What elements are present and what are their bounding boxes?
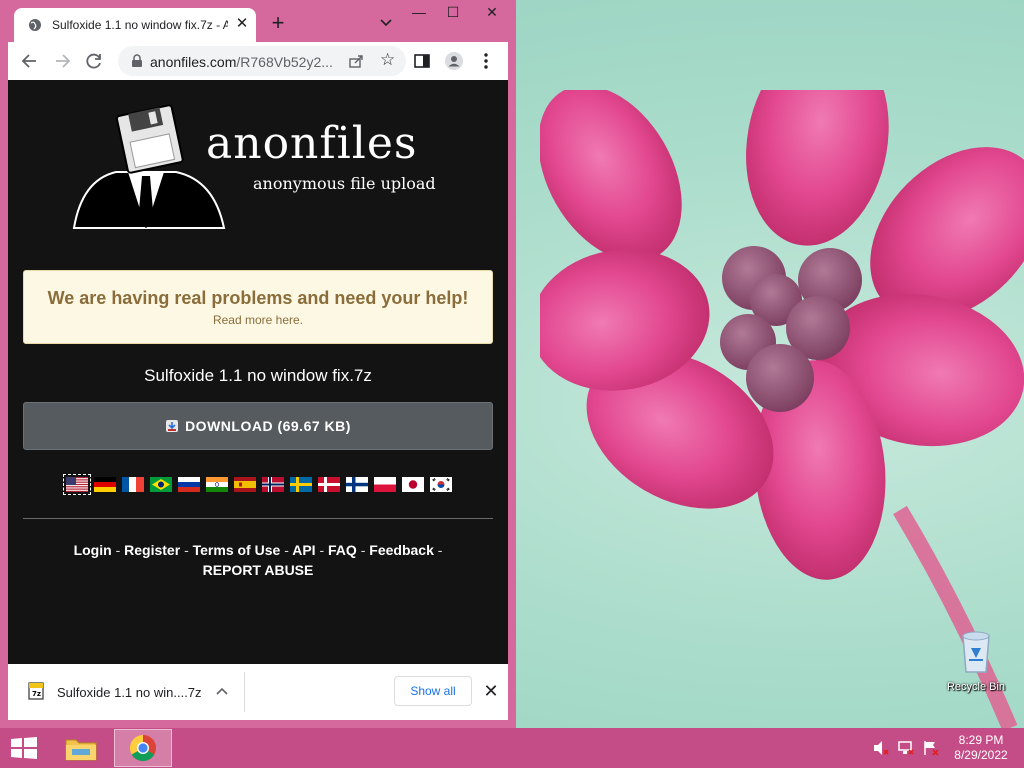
flag-pl-icon[interactable] (374, 477, 396, 492)
register-link[interactable]: Register (124, 542, 180, 558)
flag-dk-icon[interactable] (318, 477, 340, 492)
logo-tagline: anonymous file upload (253, 174, 436, 193)
site-logo[interactable]: anonfiles anonymous file upload (64, 100, 444, 236)
action-center-icon[interactable] (922, 740, 940, 756)
flag-kr-icon[interactable] (430, 477, 452, 492)
downloaded-file-name[interactable]: Sulfoxide 1.1 no win....7z (57, 685, 202, 700)
recycle-bin-shortcut[interactable]: Recycle Bin (940, 630, 1012, 693)
maximize-button[interactable]: ☐ (436, 0, 470, 24)
volume-muted-icon[interactable] (872, 740, 890, 756)
svg-text:7z: 7z (32, 690, 41, 698)
chrome-window: Sulfoxide 1.1 no window fix.7z - A ✕ + —… (0, 0, 516, 728)
clock-date: 8/29/2022 (954, 748, 1008, 762)
faq-link[interactable]: FAQ (328, 542, 357, 558)
7z-file-icon: 7z (28, 682, 44, 700)
api-link[interactable]: API (292, 542, 315, 558)
footer-links: Login - Register - Terms of Use - API - … (23, 540, 493, 580)
file-explorer-icon[interactable] (62, 732, 100, 764)
kebab-menu-icon[interactable] (476, 51, 496, 71)
network-icon[interactable] (897, 740, 915, 756)
separator: - (437, 542, 443, 558)
system-clock[interactable]: 8:29 PM 8/29/2022 (948, 733, 1014, 763)
taskbar-chrome-button[interactable] (114, 729, 172, 767)
back-arrow-icon[interactable] (20, 51, 40, 71)
forward-arrow-icon[interactable] (52, 51, 72, 71)
help-notice[interactable]: We are having real problems and need you… (23, 270, 493, 344)
download-label: DOWNLOAD (69.67 KB) (185, 418, 351, 434)
chrome-icon (129, 734, 156, 762)
separator: - (184, 542, 189, 558)
chevron-up-icon[interactable] (214, 684, 230, 700)
side-panel-icon[interactable] (412, 51, 432, 71)
shelf-close-button[interactable]: ✕ (482, 682, 500, 700)
flag-fr-icon[interactable] (122, 477, 144, 492)
separator: - (284, 542, 289, 558)
address-bar[interactable]: anonfiles.com/R768Vb52y2... ☆ (118, 46, 406, 76)
flag-jp-icon[interactable] (402, 477, 424, 492)
login-link[interactable]: Login (74, 542, 112, 558)
flag-us-icon[interactable] (63, 474, 91, 495)
title-bar: Sulfoxide 1.1 no window fix.7z - A ✕ + —… (0, 0, 516, 42)
download-file-icon (166, 420, 179, 432)
window-close-button[interactable]: ✕ (470, 0, 514, 24)
tab-close-button[interactable]: ✕ (234, 16, 250, 32)
flag-no-icon[interactable] (262, 477, 284, 492)
windows-start-icon[interactable] (8, 736, 40, 760)
terms-link[interactable]: Terms of Use (193, 542, 281, 558)
download-shelf: 7z Sulfoxide 1.1 no win....7z Show all ✕ (8, 664, 508, 720)
browser-toolbar: anonfiles.com/R768Vb52y2... ☆ (8, 42, 508, 80)
reload-icon[interactable] (84, 51, 104, 71)
logo-wordmark: anonfiles (206, 118, 418, 169)
share-icon[interactable] (348, 53, 364, 69)
notice-title: We are having real problems and need you… (47, 288, 469, 308)
report-abuse-link[interactable]: REPORT ABUSE (203, 562, 314, 578)
lock-icon[interactable] (130, 54, 144, 68)
flag-in-icon[interactable] (206, 477, 228, 492)
download-button[interactable]: DOWNLOAD (69.67 KB) (23, 402, 493, 450)
notice-read-more-link[interactable]: Read more here. (24, 313, 492, 327)
separator: - (319, 542, 325, 558)
flag-de-icon[interactable] (94, 477, 116, 492)
separator: - (360, 542, 366, 558)
feedback-link[interactable]: Feedback (369, 542, 434, 558)
flag-br-icon[interactable] (150, 477, 172, 492)
taskbar: 8:29 PM 8/29/2022 (0, 728, 1024, 768)
flag-ru-icon[interactable] (178, 477, 200, 492)
file-name: Sulfoxide 1.1 no window fix.7z (144, 366, 372, 385)
clock-time: 8:29 PM (958, 733, 1004, 747)
separator: - (115, 542, 121, 558)
minimize-button[interactable]: — (402, 0, 436, 24)
new-tab-button[interactable]: + (266, 12, 290, 34)
flag-es-icon[interactable] (234, 477, 256, 492)
show-all-button[interactable]: Show all (394, 676, 472, 706)
url-path: /R768Vb52y2... (236, 54, 333, 70)
recycle-bin-icon (962, 631, 990, 673)
web-page: anonfiles anonymous file upload We are h… (8, 80, 508, 664)
globe-icon (29, 19, 41, 31)
recycle-bin-label: Recycle Bin (946, 681, 1006, 693)
tab-title: Sulfoxide 1.1 no window fix.7z - A (52, 18, 228, 32)
url-text: anonfiles.com/R768Vb52y2... (150, 54, 334, 70)
flag-fi-icon[interactable] (346, 477, 368, 492)
footer-divider (23, 518, 493, 519)
url-host: anonfiles.com (150, 54, 237, 70)
chevron-down-icon[interactable] (378, 14, 394, 30)
shelf-divider (244, 672, 245, 712)
profile-icon[interactable] (444, 51, 464, 71)
language-flags (63, 474, 464, 496)
star-icon[interactable]: ☆ (380, 51, 395, 69)
flag-se-icon[interactable] (290, 477, 312, 492)
browser-tab[interactable]: Sulfoxide 1.1 no window fix.7z - A ✕ (14, 8, 256, 42)
